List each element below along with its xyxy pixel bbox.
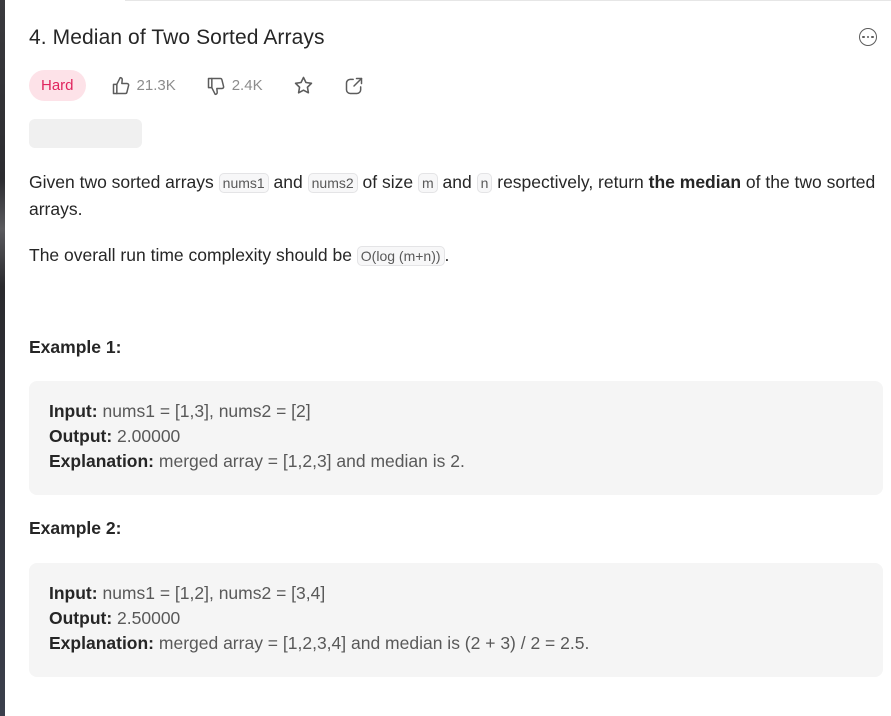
input-label: Input: — [49, 583, 98, 603]
description-text: . — [444, 245, 450, 265]
example-2-block: Input: nums1 = [1,2], nums2 = [3,4] Outp… — [29, 563, 883, 677]
like-count: 21.3K — [136, 77, 176, 94]
description-text: respectively, return — [492, 172, 649, 192]
inline-code: nums1 — [218, 173, 269, 193]
description-paragraph: Given two sorted arrays nums1 and nums2 … — [29, 169, 889, 222]
problem-title: 4. Median of Two Sorted Arrays — [29, 26, 325, 49]
example-2-title: Example 2: — [29, 518, 122, 538]
loading-placeholder — [29, 119, 142, 148]
dislike-count: 2.4K — [231, 77, 263, 94]
inline-code: n — [476, 173, 493, 193]
explanation-label: Explanation: — [49, 451, 155, 471]
example-1-title: Example 1: — [29, 337, 122, 357]
like-button[interactable]: 21.3K — [111, 76, 176, 96]
description-text: Given two sorted arrays — [29, 172, 219, 192]
inline-code: O(log (m+n)) — [356, 246, 445, 266]
description-text: of size — [357, 172, 418, 192]
thumbs-up-icon — [112, 76, 129, 94]
favorite-button[interactable] — [293, 75, 314, 96]
description-text: and — [268, 172, 308, 192]
star-icon — [294, 76, 312, 94]
description-text: and — [437, 172, 477, 192]
input-label: Input: — [49, 401, 98, 421]
example-input-line: Input: nums1 = [1,2], nums2 = [3,4] — [49, 581, 863, 606]
explanation-value: merged array = [1,2,3,4] and median is (… — [154, 633, 590, 653]
input-value: nums1 = [1,3], nums2 = [2] — [97, 401, 311, 421]
explanation-value: merged array = [1,2,3] and median is 2. — [154, 451, 465, 471]
share-icon — [345, 77, 362, 94]
output-label: Output: — [49, 426, 113, 446]
problem-description-panel: 4. Median of Two Sorted Arrays Hard 21.3… — [5, 0, 891, 716]
emphasis-text: the median — [648, 172, 742, 192]
description-text: The overall run time complexity should b… — [29, 245, 357, 265]
example-input-line: Input: nums1 = [1,3], nums2 = [2] — [49, 399, 863, 424]
more-options-icon[interactable] — [859, 28, 877, 46]
complexity-paragraph: The overall run time complexity should b… — [29, 242, 889, 269]
input-value: nums1 = [1,2], nums2 = [3,4] — [97, 583, 326, 603]
difficulty-badge: Hard — [29, 70, 86, 101]
share-button[interactable] — [344, 76, 364, 96]
inline-code: m — [417, 173, 438, 193]
example-1-block: Input: nums1 = [1,3], nums2 = [2] Output… — [29, 381, 883, 495]
explanation-label: Explanation: — [49, 633, 155, 653]
dislike-button[interactable]: 2.4K — [206, 76, 263, 96]
example-explanation-line: Explanation: merged array = [1,2,3,4] an… — [49, 631, 863, 656]
output-value: 2.00000 — [112, 426, 181, 446]
problem-meta-row: Hard 21.3K 2.4K — [29, 70, 364, 101]
example-explanation-line: Explanation: merged array = [1,2,3] and … — [49, 449, 863, 474]
thumbs-down-icon — [207, 77, 225, 95]
inline-code: nums2 — [307, 173, 358, 193]
example-output-line: Output: 2.50000 — [49, 606, 863, 631]
example-output-line: Output: 2.00000 — [49, 424, 863, 449]
output-value: 2.50000 — [112, 608, 181, 628]
output-label: Output: — [49, 608, 113, 628]
